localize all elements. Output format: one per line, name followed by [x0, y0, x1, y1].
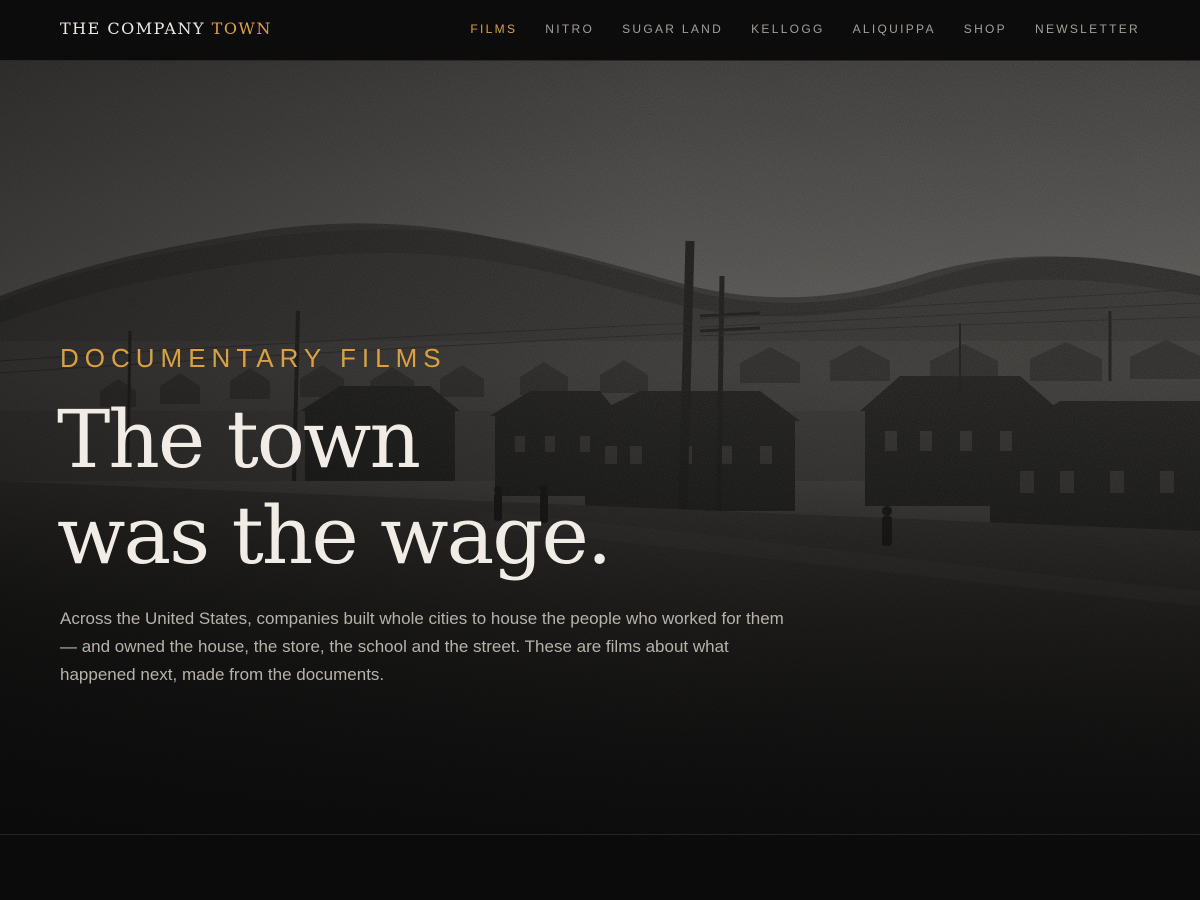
page: THE COMPANY TOWN FILMS NITRO SUGAR LAND … — [0, 0, 1200, 900]
nav-item-shop[interactable]: SHOP — [964, 22, 1007, 36]
nav-item-aliquippa[interactable]: ALIQUIPPA — [853, 22, 936, 36]
nav-item-sugar-land[interactable]: SUGAR LAND — [622, 22, 723, 36]
nav-item-films[interactable]: FILMS — [470, 22, 517, 36]
next-section — [0, 835, 1200, 900]
hero-headline: The town was the wage. — [57, 392, 612, 584]
hero-eyebrow: DOCUMENTARY FILMS — [60, 343, 447, 373]
nav-item-newsletter[interactable]: NEWSLETTER — [1035, 22, 1140, 36]
hero-headline-line-2: was the wage. — [57, 489, 612, 582]
hero-headline-line-1: The town — [57, 393, 421, 486]
brand-name: THE COMPANY — [60, 19, 206, 38]
main-nav: FILMS NITRO SUGAR LAND KELLOGG ALIQUIPPA… — [470, 22, 1140, 36]
brand-logo[interactable]: THE COMPANY TOWN — [60, 19, 272, 38]
brand-accent: TOWN — [211, 19, 272, 38]
nav-item-kellogg[interactable]: KELLOGG — [751, 22, 824, 36]
nav-item-nitro[interactable]: NITRO — [545, 22, 594, 36]
site-header: THE COMPANY TOWN FILMS NITRO SUGAR LAND … — [0, 0, 1200, 61]
hero-description: Across the United States, companies buil… — [60, 609, 784, 684]
